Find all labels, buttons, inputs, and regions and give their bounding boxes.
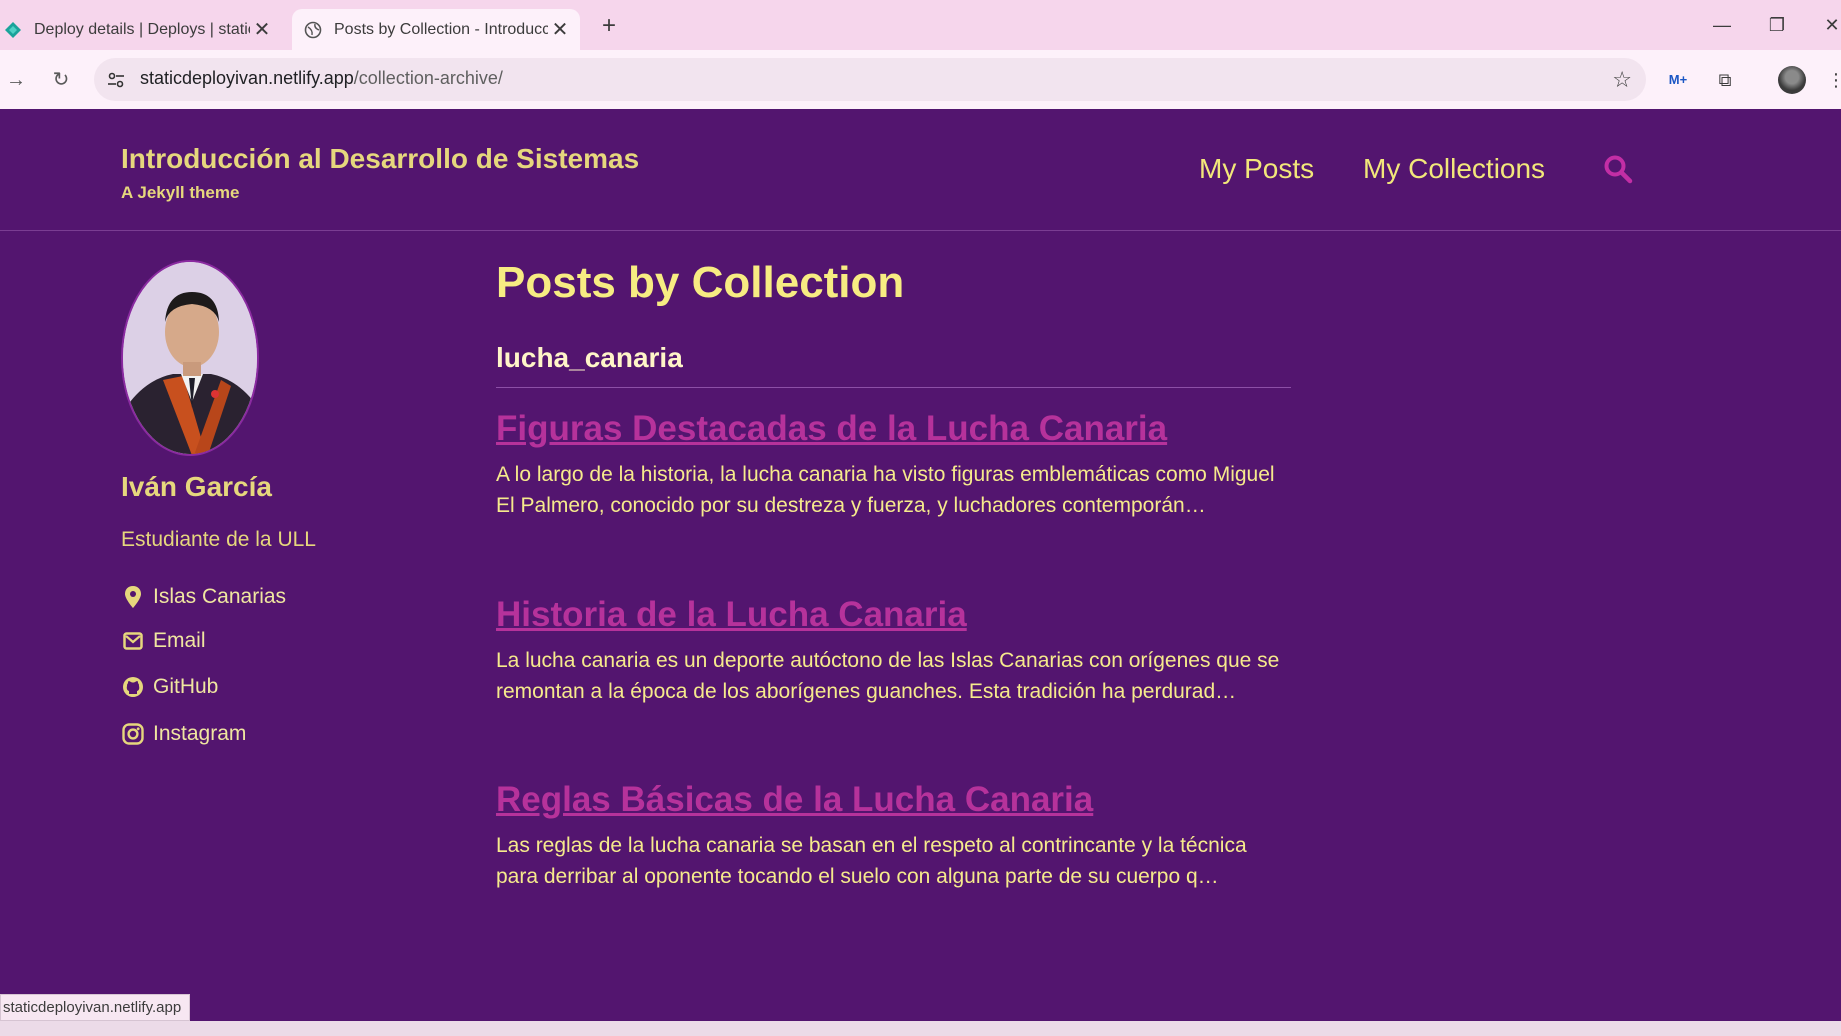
- status-bar-url: staticdeployivan.netlify.app: [0, 994, 191, 1021]
- profile-avatar[interactable]: [1778, 66, 1806, 94]
- post-item: Historia de la Lucha Canaria La lucha ca…: [496, 595, 1291, 707]
- close-tab-icon[interactable]: ✕: [548, 17, 572, 42]
- url-text: staticdeployivan.netlify.app/collection-…: [140, 68, 503, 89]
- nav-my-posts[interactable]: My Posts: [1199, 153, 1314, 185]
- site-subtitle: A Jekyll theme: [121, 183, 240, 202]
- collection-divider: [496, 387, 1291, 388]
- browser-tab-strip: Deploy details | Deploys | static ✕ Post…: [0, 0, 1841, 50]
- bookmark-star-icon[interactable]: ☆: [1612, 67, 1632, 93]
- author-avatar: [121, 260, 259, 456]
- sidebar-link-label: Instagram: [153, 722, 247, 745]
- search-icon[interactable]: [1603, 154, 1633, 184]
- extension-m-icon[interactable]: M+: [1664, 66, 1692, 94]
- collection-heading: lucha_canaria: [496, 342, 683, 373]
- map-marker-icon: [121, 585, 145, 609]
- sidebar-link-label: Email: [153, 629, 206, 652]
- close-tab-icon[interactable]: ✕: [250, 17, 274, 42]
- url-host: staticdeployivan.netlify.app: [140, 68, 354, 88]
- post-title-link[interactable]: Reglas Básicas de la Lucha Canaria: [496, 780, 1291, 820]
- post-title-link[interactable]: Historia de la Lucha Canaria: [496, 595, 1291, 635]
- nav-my-collections[interactable]: My Collections: [1363, 153, 1545, 185]
- address-bar[interactable]: staticdeployivan.netlify.app/collection-…: [94, 58, 1646, 101]
- reload-icon[interactable]: ↻: [47, 66, 75, 94]
- site-header: Introducción al Desarrollo de Sistemas A…: [0, 109, 1841, 231]
- page-title: Posts by Collection: [496, 258, 905, 307]
- netlify-icon: [5, 21, 21, 38]
- tab-deploy-details[interactable]: Deploy details | Deploys | static ✕: [0, 9, 282, 50]
- sidebar-link-instagram[interactable]: Instagram: [121, 719, 246, 749]
- sidebar-link-location[interactable]: Islas Canarias: [121, 582, 286, 612]
- forward-icon[interactable]: →: [2, 66, 30, 94]
- envelope-icon: [121, 629, 145, 653]
- browser-toolbar: → ↻ staticdeployivan.netlify.app/collect…: [0, 50, 1841, 109]
- new-tab-button[interactable]: +: [594, 12, 624, 42]
- instagram-icon: [121, 722, 145, 746]
- post-excerpt: Las reglas de la lucha canaria se basan …: [496, 834, 1247, 888]
- sidebar-link-label: GitHub: [153, 675, 219, 698]
- tab-title: Posts by Collection - Introducci: [334, 20, 548, 38]
- os-taskbar: [0, 1021, 1841, 1036]
- site-title[interactable]: Introducción al Desarrollo de Sistemas: [121, 143, 639, 175]
- restore-icon[interactable]: ❐: [1757, 10, 1797, 40]
- sidebar-link-email[interactable]: Email: [121, 626, 206, 656]
- extensions-puzzle-icon[interactable]: ⧉: [1711, 66, 1739, 94]
- close-window-icon[interactable]: ✕: [1812, 10, 1841, 40]
- url-path: /collection-archive/: [353, 68, 503, 88]
- post-title-link[interactable]: Figuras Destacadas de la Lucha Canaria: [496, 409, 1291, 449]
- menu-kebab-icon[interactable]: ⋮: [1822, 66, 1841, 94]
- author-photo: [123, 262, 257, 454]
- author-bio: Estudiante de la ULL: [121, 528, 316, 551]
- globe-icon: [304, 21, 322, 38]
- post-excerpt: A lo largo de la historia, la lucha cana…: [496, 463, 1275, 517]
- post-excerpt: La lucha canaria es un deporte autóctono…: [496, 649, 1280, 703]
- minimize-icon[interactable]: —: [1702, 10, 1742, 40]
- sidebar-link-github[interactable]: GitHub: [121, 672, 218, 702]
- github-icon: [121, 675, 145, 699]
- post-item: Reglas Básicas de la Lucha Canaria Las r…: [496, 780, 1291, 892]
- post-item: Figuras Destacadas de la Lucha Canaria A…: [496, 409, 1291, 521]
- tab-title: Deploy details | Deploys | static: [34, 20, 250, 38]
- tab-posts-by-collection[interactable]: Posts by Collection - Introducci ✕: [292, 9, 580, 50]
- author-name: Iván García: [121, 471, 272, 502]
- site-settings-icon[interactable]: [106, 70, 126, 90]
- sidebar-link-label: Islas Canarias: [153, 585, 287, 608]
